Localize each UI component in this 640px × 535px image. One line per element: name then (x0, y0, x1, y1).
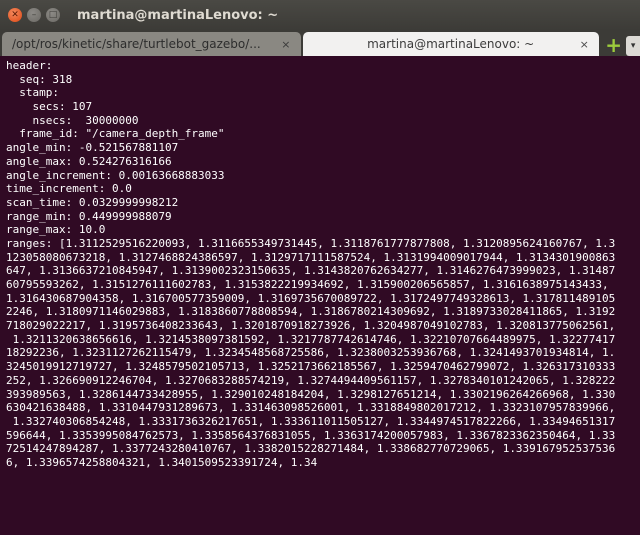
terminal-line: 3245019912719727, 1.3248579502105713, 1.… (6, 360, 616, 374)
terminal-line: time_increment: 0.0 (6, 182, 132, 196)
terminal-line: 252, 1.326690912246704, 1.32706832885742… (6, 373, 616, 387)
terminal-line: seq: 318 (6, 72, 73, 86)
minimize-icon: – (31, 9, 37, 20)
new-tab-button[interactable]: + (605, 34, 623, 56)
terminal-line: 718029022217, 1.3195736408233643, 1.3201… (6, 319, 616, 333)
window-close-button[interactable]: ✕ (8, 8, 22, 22)
tab-turtlebot-gazebo[interactable]: /opt/ros/kinetic/share/turtlebot_gazebo/… (2, 32, 301, 56)
terminal-line: angle_increment: 0.00163668883033 (6, 168, 225, 182)
terminal-line: 596644, 1.3353995084762573, 1.3358564376… (6, 428, 616, 442)
terminal-line: scan_time: 0.0329999998212 (6, 195, 179, 209)
tab-close-icon[interactable]: × (281, 38, 290, 51)
terminal-line: 2246, 1.3180971146029883, 1.318386077880… (6, 305, 616, 319)
window-minimize-button[interactable]: – (27, 8, 41, 22)
terminal-line: 6, 1.3396574258804321, 1.340150952339172… (6, 455, 318, 469)
terminal-line: 630421638488, 1.3310447931289673, 1.3314… (6, 401, 616, 415)
terminal-line: frame_id: "/camera_depth_frame" (6, 127, 225, 141)
close-icon: ✕ (11, 9, 19, 20)
terminal-line: 18292236, 1.3231127262115479, 1.32345485… (6, 346, 616, 360)
terminal-line: ranges: [1.3112529516220093, 1.311665534… (6, 236, 616, 250)
terminal-line: 60795593262, 1.3151276111602783, 1.31538… (6, 278, 616, 291)
terminal-line: 393989563, 1.3286144733428955, 1.3290102… (6, 387, 616, 401)
chevron-down-icon: ▾ (630, 41, 636, 51)
terminal-output[interactable]: header: seq: 318 stamp: secs: 107 nsecs:… (0, 56, 640, 535)
terminal-window: ✕ – □ martina@martinaLenovo: ~ /opt/ros/… (0, 0, 640, 535)
plus-icon: + (605, 33, 622, 57)
title-bar[interactable]: ✕ – □ martina@martinaLenovo: ~ (0, 0, 640, 30)
tab-close-icon[interactable]: × (580, 38, 589, 51)
tab-home-terminal[interactable]: martina@martinaLenovo: ~ × (302, 32, 599, 56)
terminal-line: range_max: 10.0 (6, 223, 106, 237)
terminal-line: angle_min: -0.521567881107 (6, 141, 179, 155)
terminal-line: 647, 1.3136637210845947, 1.3139002323150… (6, 264, 616, 278)
terminal-line: 72514247894287, 1.3377243280410767, 1.33… (6, 442, 616, 456)
tab-bar: /opt/ros/kinetic/share/turtlebot_gazebo/… (0, 30, 640, 56)
terminal-line: secs: 107 (6, 100, 93, 114)
terminal-line: stamp: (6, 86, 59, 100)
window-maximize-button[interactable]: □ (46, 8, 60, 22)
terminal-line: range_min: 0.449999988079 (6, 209, 172, 223)
tab-list-button[interactable]: ▾ (626, 36, 640, 56)
tab-label: /opt/ros/kinetic/share/turtlebot_gazebo/… (12, 37, 261, 51)
terminal-line: 123058080673218, 1.3127468824386597, 1.3… (6, 250, 616, 264)
maximize-icon: □ (48, 9, 58, 20)
terminal-line: 1.332740306854248, 1.3331736326217651, 1… (6, 414, 616, 428)
terminal-line: angle_max: 0.524276316166 (6, 154, 172, 168)
terminal-line: 1.316430687904358, 1.316700577359009, 1.… (6, 291, 616, 305)
tab-label: martina@martinaLenovo: ~ (367, 37, 535, 51)
terminal-line: nsecs: 30000000 (6, 113, 139, 127)
terminal-line: 1.3211320638656616, 1.3214538097381592, … (6, 332, 616, 346)
terminal-line: header: (6, 59, 53, 72)
window-title: martina@martinaLenovo: ~ (77, 7, 279, 23)
